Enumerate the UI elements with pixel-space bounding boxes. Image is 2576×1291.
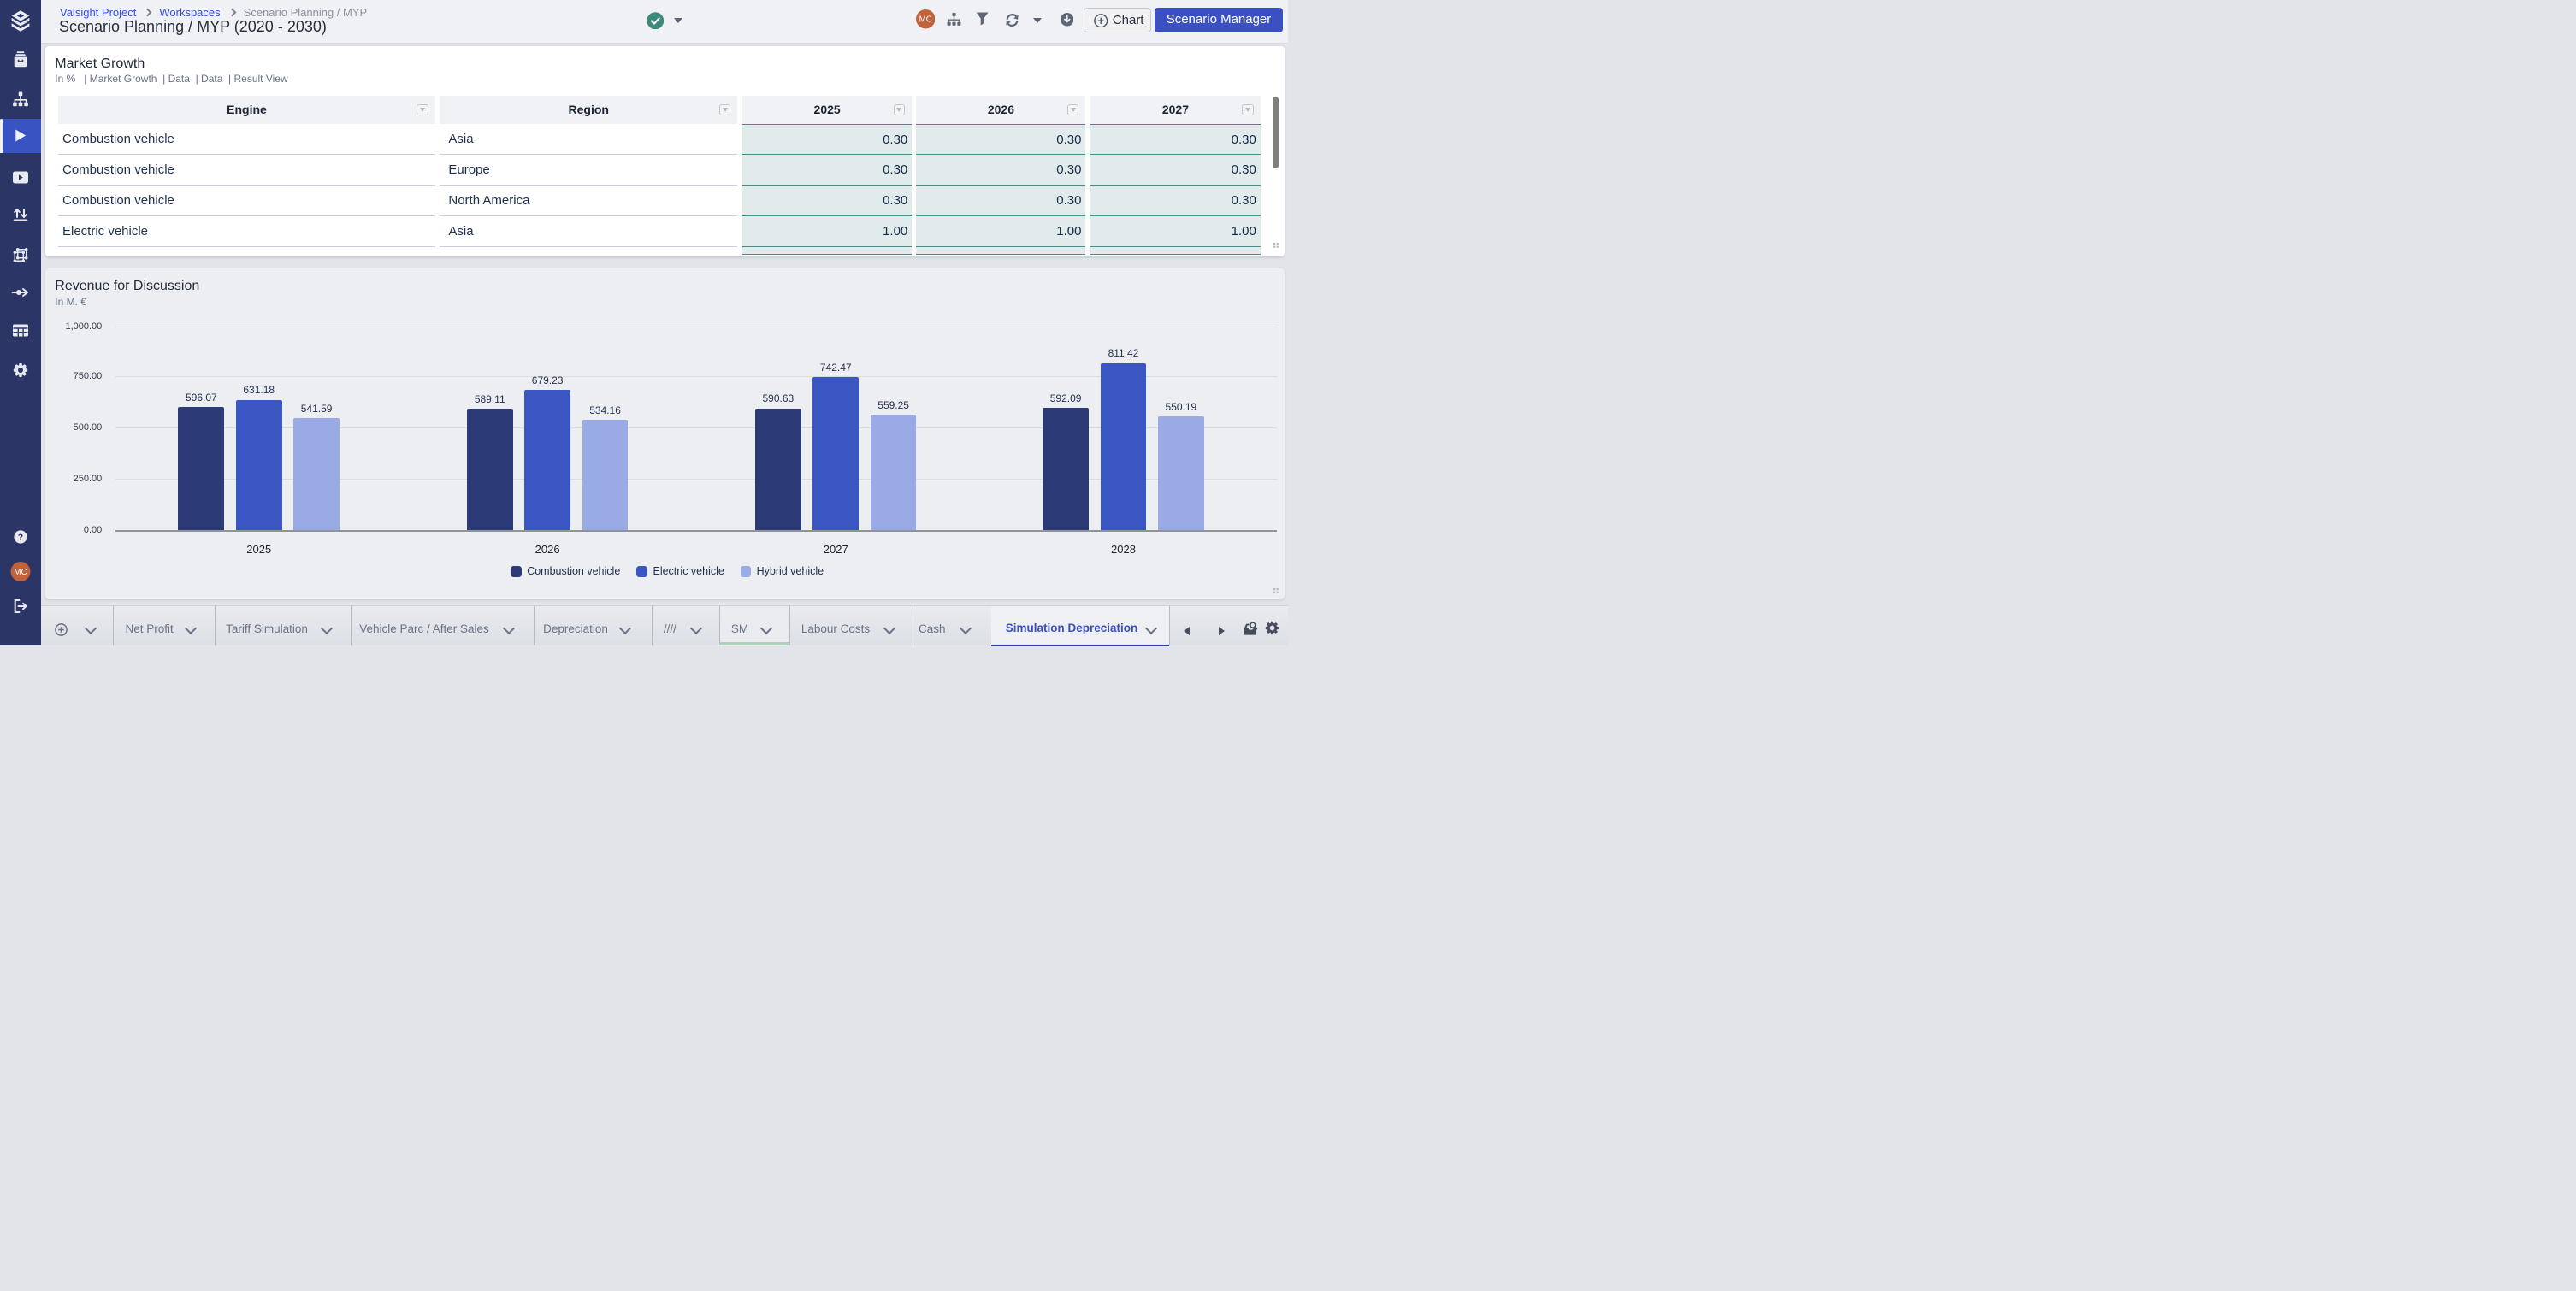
svg-text:?: ? [18, 533, 23, 543]
svg-text:MC: MC [14, 568, 27, 577]
svg-text:MC: MC [919, 15, 931, 25]
